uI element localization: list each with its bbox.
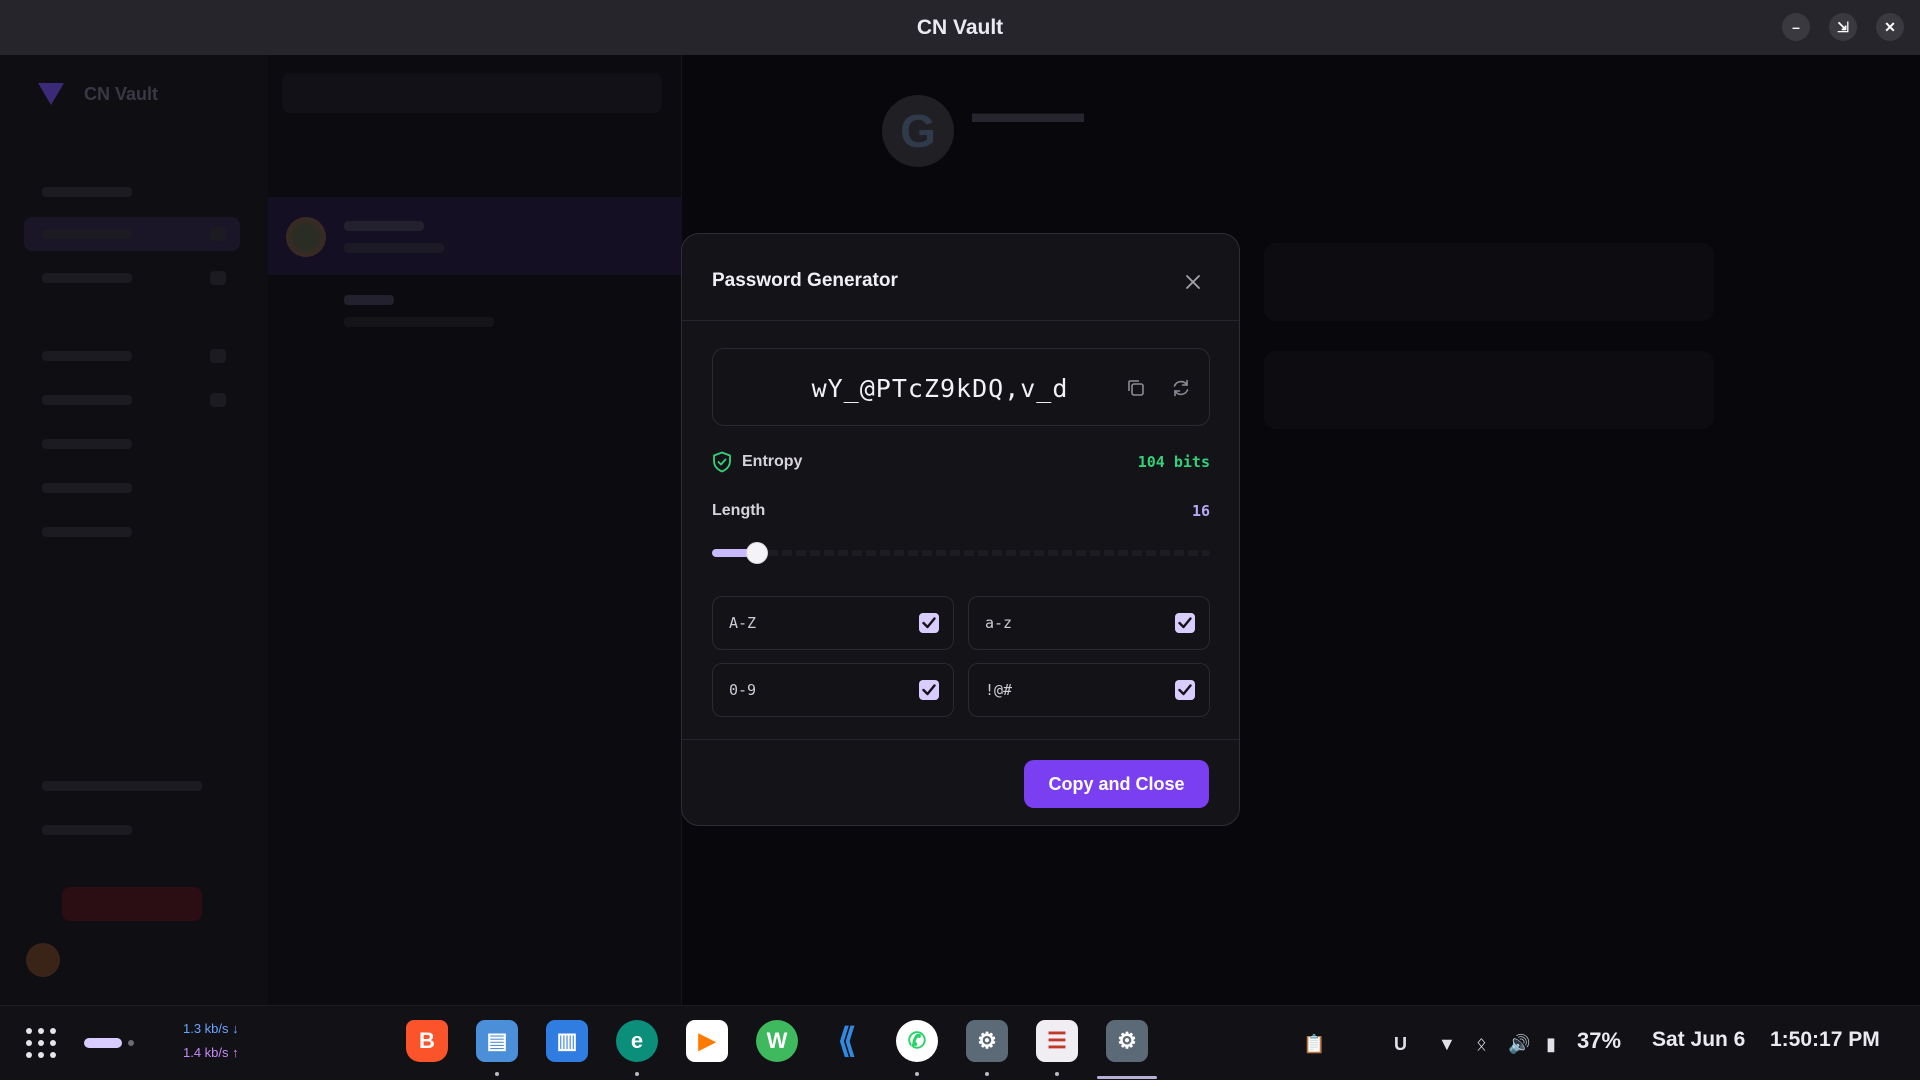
google-avatar-icon xyxy=(286,217,326,257)
android-studio-icon[interactable]: W xyxy=(756,1020,798,1062)
store-icon[interactable]: ▥ xyxy=(546,1020,588,1062)
sidebar-item[interactable] xyxy=(24,769,240,803)
settings-icon[interactable]: ⚙ xyxy=(1106,1020,1148,1062)
app-tray-icon[interactable]: U xyxy=(1394,1034,1407,1055)
sidebar-item[interactable] xyxy=(24,383,240,417)
network-upload-speed: 1.4 kb/s ↑ xyxy=(183,1045,239,1060)
option-label: !@# xyxy=(985,681,1013,699)
entropy-value: 104 bits xyxy=(1137,453,1210,471)
clipboard-icon[interactable]: 📋 xyxy=(1303,1034,1325,1055)
sidebar-logo: CN Vault xyxy=(38,83,158,105)
taskbar: 1.3 kb/s ↓ 1.4 kb/s ↑ B ▤ ▥ e ▶ W ⟪ ✆ ⚙ … xyxy=(0,1005,1920,1080)
dialog-footer-divider xyxy=(682,739,1239,740)
sidebar-item-active[interactable] xyxy=(24,217,240,251)
brave-icon[interactable]: B xyxy=(406,1020,448,1062)
bluetooth-icon[interactable]: ᛟ xyxy=(1476,1034,1487,1055)
checkbox-checked-icon[interactable] xyxy=(1175,613,1195,633)
app-launcher-icon[interactable] xyxy=(26,1028,56,1058)
sidebar-item[interactable] xyxy=(24,175,240,209)
option-symbols[interactable]: !@# xyxy=(968,663,1210,717)
google-logo-icon: G xyxy=(882,95,954,167)
vault-logo-icon xyxy=(38,83,64,105)
checkbox-checked-icon[interactable] xyxy=(1175,680,1195,700)
option-label: a-z xyxy=(985,614,1013,632)
detail-card xyxy=(1264,243,1714,321)
generated-password: wY_@PTcZ9kDQ,v_d xyxy=(811,373,1069,403)
list-item[interactable] xyxy=(344,295,394,305)
sidebar: CN Vault xyxy=(0,55,268,1005)
option-label: A-Z xyxy=(729,614,757,632)
sidebar-item[interactable] xyxy=(24,471,240,505)
shield-check-icon xyxy=(712,451,732,473)
sidebar-item[interactable] xyxy=(24,261,240,295)
option-label: 0-9 xyxy=(729,681,757,699)
battery-icon[interactable]: ▮ xyxy=(1546,1034,1556,1055)
slider-thumb[interactable] xyxy=(746,542,768,564)
window-title: CN Vault xyxy=(916,15,1004,39)
running-indicator xyxy=(1055,1072,1059,1076)
option-uppercase[interactable]: A-Z xyxy=(712,596,954,650)
workspace-indicator-active[interactable] xyxy=(84,1038,122,1048)
length-value: 16 xyxy=(1191,502,1210,520)
close-icon[interactable] xyxy=(1183,272,1203,292)
length-slider[interactable] xyxy=(712,540,1210,564)
close-window-button[interactable]: ✕ xyxy=(1876,13,1904,41)
volume-icon[interactable]: 🔊 xyxy=(1508,1034,1530,1055)
active-app-indicator xyxy=(1097,1076,1157,1079)
refresh-icon[interactable] xyxy=(1170,377,1192,399)
minimize-button[interactable]: – xyxy=(1782,13,1810,41)
detail-card xyxy=(1264,351,1714,429)
option-digits[interactable]: 0-9 xyxy=(712,663,954,717)
sidebar-item[interactable] xyxy=(24,515,240,549)
app-name: CN Vault xyxy=(84,83,159,104)
edge-icon[interactable]: e xyxy=(616,1020,658,1062)
network-download-speed: 1.3 kb/s ↓ xyxy=(183,1021,239,1036)
running-indicator xyxy=(495,1072,499,1076)
checkbox-checked-icon[interactable] xyxy=(919,680,939,700)
dialog-header: Password Generator xyxy=(682,234,1239,321)
restore-button[interactable]: ⇲ xyxy=(1829,13,1857,41)
sidebar-item[interactable] xyxy=(24,339,240,373)
play-icon[interactable]: ▶ xyxy=(686,1020,728,1062)
sidebar-item[interactable] xyxy=(24,813,240,847)
list-item[interactable] xyxy=(268,197,682,275)
text-editor-icon[interactable]: ☰ xyxy=(1036,1020,1078,1062)
search-input[interactable] xyxy=(282,73,662,113)
title-bar: CN Vault – ⇲ ✕ xyxy=(0,0,1920,55)
whatsapp-icon[interactable]: ✆ xyxy=(896,1020,938,1062)
running-indicator xyxy=(915,1072,919,1076)
slider-track[interactable] xyxy=(712,550,1210,556)
logout-button[interactable] xyxy=(62,887,202,921)
copy-icon[interactable] xyxy=(1125,377,1147,399)
option-lowercase[interactable]: a-z xyxy=(968,596,1210,650)
running-indicator xyxy=(635,1072,639,1076)
entropy-label: Entropy xyxy=(742,453,803,470)
sidebar-item[interactable] xyxy=(24,427,240,461)
window-controls: – ⇲ ✕ xyxy=(1782,13,1904,41)
entry-title: ▬▬▬▬ xyxy=(972,97,1084,128)
length-label: Length xyxy=(712,502,766,519)
copy-and-close-button[interactable]: Copy and Close xyxy=(1024,760,1209,808)
avatar[interactable] xyxy=(26,943,60,977)
password-generator-dialog: Password Generator wY_@PTcZ9kDQ,v_d Entr… xyxy=(681,233,1240,826)
wifi-icon[interactable]: ▼ xyxy=(1438,1034,1456,1055)
clock[interactable]: 1:50:17 PM xyxy=(1770,1028,1880,1052)
settings-icon[interactable]: ⚙ xyxy=(966,1020,1008,1062)
workspace-indicator[interactable] xyxy=(128,1040,134,1046)
vscode-icon[interactable]: ⟪ xyxy=(826,1020,868,1062)
item-list-pane xyxy=(268,55,682,1005)
date[interactable]: Sat Jun 6 xyxy=(1652,1028,1745,1052)
running-indicator xyxy=(985,1072,989,1076)
entropy-row: Entropy 104 bits xyxy=(712,450,1210,474)
checkbox-checked-icon[interactable] xyxy=(919,613,939,633)
files-icon[interactable]: ▤ xyxy=(476,1020,518,1062)
generated-password-field[interactable]: wY_@PTcZ9kDQ,v_d xyxy=(712,348,1210,426)
battery-percentage[interactable]: 37% xyxy=(1577,1028,1621,1054)
length-row: Length 16 xyxy=(712,500,1210,524)
dialog-title: Password Generator xyxy=(712,270,898,291)
